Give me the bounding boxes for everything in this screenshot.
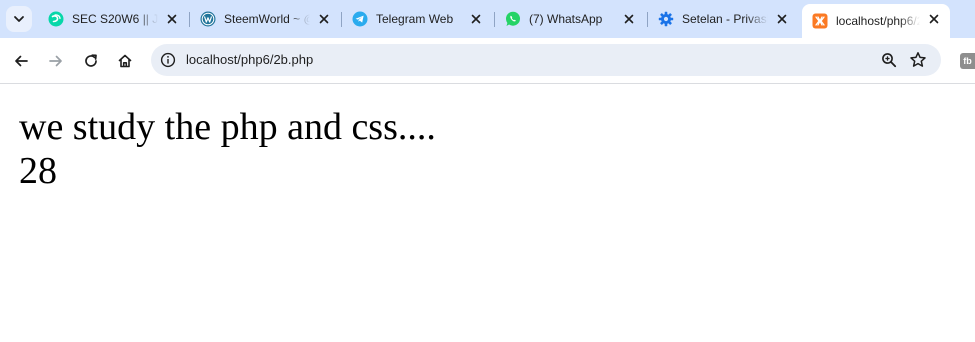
chevron-down-icon [14,16,24,22]
page-heading-text: we study the php and css.... [19,106,436,148]
tab-telegram[interactable]: Telegram Web [342,4,492,34]
tab-steemworld[interactable]: SteemWorld ~ @ [190,4,340,34]
page-content: we study the php and css.... 28 [0,84,975,342]
settings-gear-icon [658,11,674,27]
tab-search-button[interactable] [6,6,32,32]
close-icon[interactable] [926,11,942,27]
steemit-icon [48,11,64,27]
close-icon[interactable] [468,11,484,27]
tab-label: SteemWorld ~ @ [224,12,310,26]
reload-icon [85,54,97,67]
home-icon [118,54,132,68]
zoom-icon[interactable] [881,52,897,68]
tab-localhost[interactable]: localhost/php6/2 [802,4,950,38]
arrow-right-icon [49,55,62,67]
whatsapp-icon [505,11,521,27]
address-bar[interactable]: localhost/php6/2b.php [151,44,941,76]
telegram-icon [352,11,368,27]
close-icon[interactable] [621,11,637,27]
tab-label: SEC S20W6 || Jer [72,12,158,26]
tab-settings-privacy[interactable]: Setelan - Privasi [648,4,798,34]
tab-strip: SEC S20W6 || Jer SteemWorld ~ @ [0,0,975,38]
site-info-icon[interactable] [160,52,176,68]
xampp-icon [812,13,828,29]
tab-label: (7) WhatsApp [529,12,603,26]
wordpress-icon [200,11,216,27]
page-number-text: 28 [19,150,57,192]
tab-sec-s20w6[interactable]: SEC S20W6 || Jer [38,4,188,34]
extension-icon[interactable]: fb [960,53,975,69]
url-text[interactable]: localhost/php6/2b.php [186,52,313,67]
close-icon[interactable] [164,11,180,27]
toolbar: localhost/php6/2b.php fb [0,38,975,84]
tab-label: localhost/php6/2 [836,14,920,28]
tab-label: Telegram Web [376,12,454,26]
bookmark-star-icon[interactable] [909,51,927,69]
arrow-left-icon [15,55,28,67]
forward-button[interactable] [44,49,68,73]
home-button[interactable] [113,49,137,73]
reload-button[interactable] [79,49,103,73]
back-button[interactable] [9,49,33,73]
tab-whatsapp[interactable]: (7) WhatsApp [495,4,645,34]
browser-window: SEC S20W6 || Jer SteemWorld ~ @ [0,0,975,342]
tab-label: Setelan - Privasi [682,12,768,26]
close-icon[interactable] [316,11,332,27]
close-icon[interactable] [774,11,790,27]
